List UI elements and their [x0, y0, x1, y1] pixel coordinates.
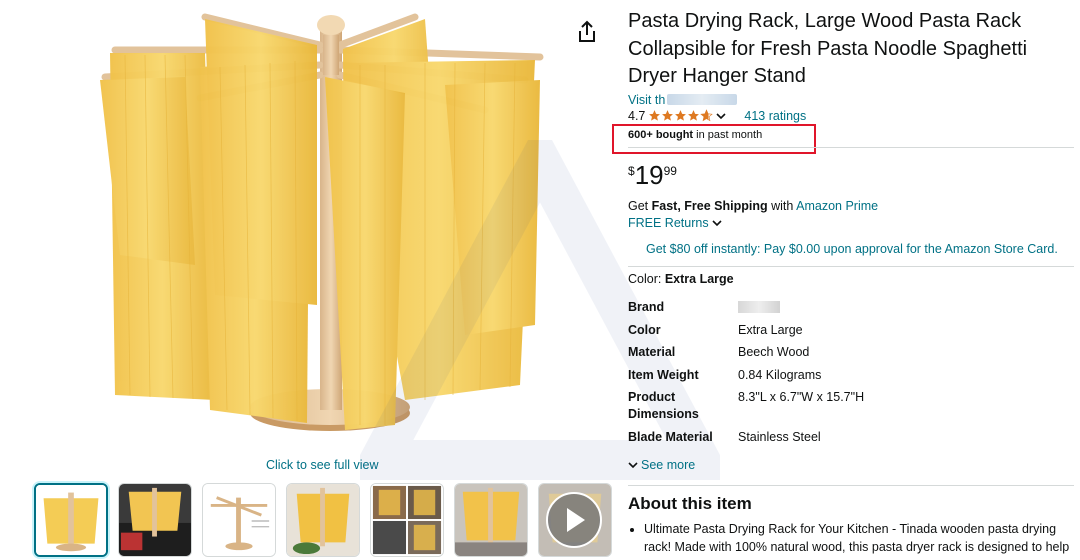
- see-more-label: See more: [641, 458, 696, 472]
- shipping-info: Get Fast, Free Shipping with Amazon Prim…: [628, 199, 878, 213]
- free-returns-label: FREE Returns: [628, 216, 709, 230]
- chevron-down-icon[interactable]: [716, 111, 726, 121]
- shipping-prefix: Get: [628, 199, 652, 213]
- thumbnail-rack-in-car[interactable]: [118, 483, 192, 557]
- spec-key: Product Dimensions: [628, 390, 699, 421]
- thumbnail-main[interactable]: [34, 483, 108, 557]
- play-icon: [567, 508, 585, 532]
- spec-row: Product Dimensions 8.3"L x 6.7"W x 15.7"…: [628, 389, 864, 429]
- spec-value: 8.3"L x 6.7"W x 15.7"H: [738, 390, 865, 404]
- annotation-highlight-box: [612, 124, 816, 154]
- store-link-text: Visit th: [628, 92, 666, 107]
- shipping-middle: with: [767, 199, 797, 213]
- star-icon: [688, 110, 700, 121]
- spec-row: Item Weight 0.84 Kilograms: [628, 367, 864, 390]
- about-bullets: Ultimate Pasta Drying Rack for Your Kitc…: [644, 520, 1074, 556]
- star-icon: [662, 110, 674, 121]
- spec-value: Stainless Steel: [738, 430, 821, 444]
- about-heading: About this item: [628, 494, 752, 513]
- share-icon[interactable]: [576, 20, 598, 44]
- spec-row: Material Beech Wood: [628, 344, 864, 367]
- thumbnail-rack-collage[interactable]: [370, 483, 444, 557]
- spec-key: Item Weight: [628, 367, 699, 382]
- product-info: Pasta Drying Rack, Large Wood Pasta Rack…: [628, 8, 1068, 143]
- spec-value: 0.84 Kilograms: [738, 367, 822, 382]
- spec-row: Color Extra Large: [628, 322, 864, 345]
- star-icon: [649, 110, 661, 121]
- spec-value: Beech Wood: [738, 345, 810, 359]
- thumbnail-rack-kitchen[interactable]: [454, 483, 528, 557]
- thumbnail-rack-with-pasta[interactable]: [286, 483, 360, 557]
- about-bullet: Ultimate Pasta Drying Rack for Your Kitc…: [644, 520, 1074, 556]
- star-half-icon: [700, 109, 714, 122]
- product-title: Pasta Drying Rack, Large Wood Pasta Rack…: [628, 10, 1028, 87]
- star-icon: [675, 110, 687, 121]
- spec-key: Color: [628, 322, 661, 337]
- spec-row: Brand: [628, 299, 864, 322]
- rating-value: 4.7: [628, 108, 646, 123]
- color-variant-label: Color:: [628, 272, 665, 286]
- spec-key: Brand: [628, 300, 665, 314]
- spec-key: Material: [628, 345, 676, 359]
- shipping-bold: Fast, Free Shipping: [651, 199, 768, 213]
- price-fraction: 99: [663, 164, 677, 178]
- chevron-down-icon: [712, 220, 722, 227]
- full-view-link[interactable]: Click to see full view: [266, 458, 379, 472]
- divider: [628, 485, 1074, 486]
- thumbnail-strip: [34, 483, 612, 557]
- spec-value: Extra Large: [738, 322, 803, 337]
- rating-row: 4.7 413 ratings: [628, 108, 1068, 124]
- price-whole: 19: [634, 160, 664, 190]
- pasta-rack-image: [100, 13, 544, 431]
- color-variant-value: Extra Large: [664, 272, 734, 286]
- price: $ 19 99: [628, 161, 677, 189]
- amazon-prime-link[interactable]: Amazon Prime: [796, 199, 878, 213]
- spec-key: Blade Material: [628, 430, 713, 444]
- star-rating[interactable]: [648, 109, 714, 122]
- store-card-promo-link[interactable]: Get $80 off instantly: Pay $0.00 upon ap…: [646, 242, 1058, 256]
- visit-store-link[interactable]: Visit th: [628, 93, 1068, 107]
- product-specs-table: Brand Color Extra Large Material Beech W…: [628, 299, 864, 452]
- play-video-button[interactable]: [546, 492, 602, 548]
- spec-value-brand: [738, 299, 864, 322]
- thumbnail-rack-diagram[interactable]: [202, 483, 276, 557]
- free-returns-link[interactable]: FREE Returns: [628, 216, 722, 230]
- spec-row: Blade Material Stainless Steel: [628, 429, 864, 452]
- store-name-blurred: [667, 94, 738, 105]
- brand-blurred: [738, 301, 780, 313]
- ratings-count-link[interactable]: 413 ratings: [744, 109, 806, 123]
- main-product-image[interactable]: [95, 5, 555, 455]
- divider: [628, 147, 1074, 148]
- chevron-down-icon: [628, 462, 638, 469]
- price-symbol: $: [628, 164, 635, 178]
- see-more-link[interactable]: See more: [628, 458, 695, 472]
- color-variant: Color: Extra Large: [628, 272, 734, 286]
- divider: [628, 266, 1074, 267]
